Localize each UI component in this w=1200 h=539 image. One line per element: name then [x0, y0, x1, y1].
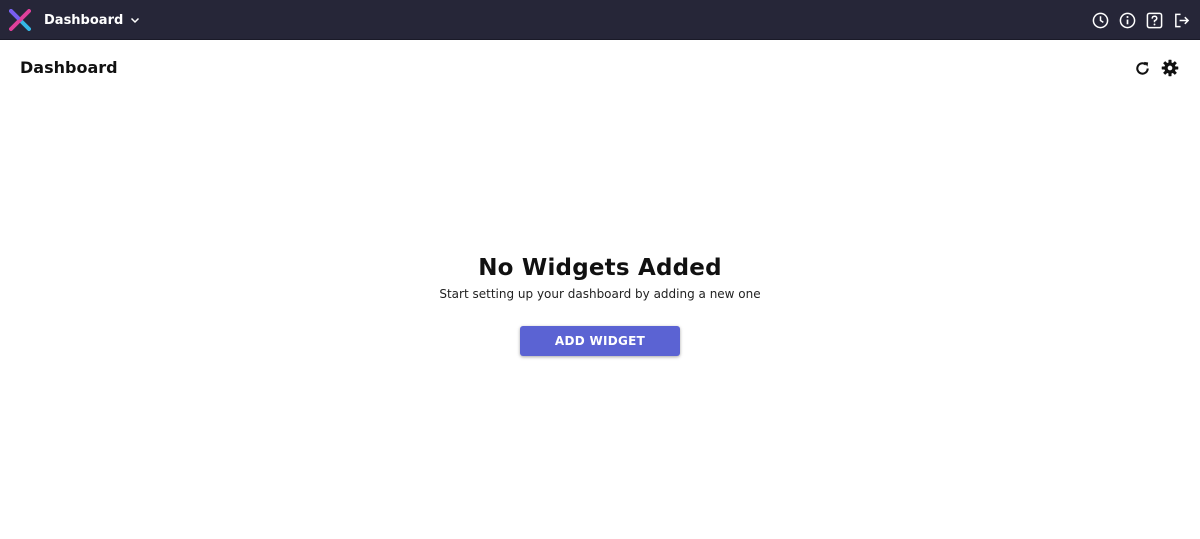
top-navigation-bar: Dashboard — [0, 0, 1200, 40]
settings-gear-icon[interactable] — [1161, 58, 1179, 78]
logout-icon[interactable] — [1172, 11, 1190, 29]
empty-state-title: No Widgets Added — [478, 255, 722, 281]
add-widget-button[interactable]: ADD WIDGET — [520, 326, 680, 356]
page-header-actions — [1133, 58, 1179, 78]
chevron-down-icon — [131, 17, 140, 24]
app-logo-icon[interactable] — [9, 9, 31, 31]
app-switcher-label: Dashboard — [44, 12, 124, 28]
app-switcher-dropdown[interactable]: Dashboard — [44, 0, 140, 40]
topbar-actions — [1091, 0, 1190, 40]
page-title: Dashboard — [20, 58, 118, 77]
history-icon[interactable] — [1091, 11, 1109, 29]
empty-state: No Widgets Added Start setting up your d… — [0, 255, 1200, 301]
refresh-icon[interactable] — [1133, 58, 1151, 78]
info-icon[interactable] — [1118, 11, 1136, 29]
empty-state-subtitle: Start setting up your dashboard by addin… — [439, 287, 761, 301]
help-icon[interactable] — [1145, 11, 1163, 29]
